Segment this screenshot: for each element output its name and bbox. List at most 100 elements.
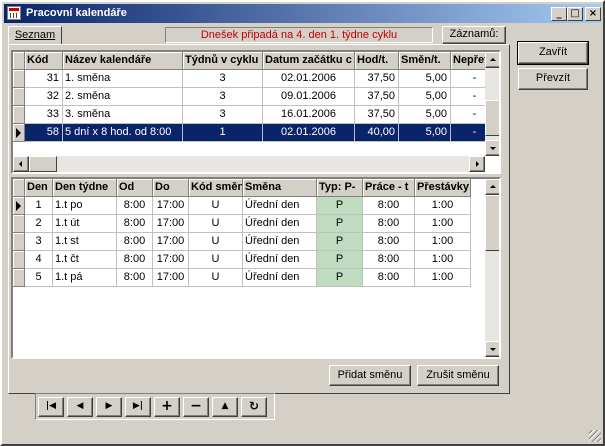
column-header[interactable]: Kód bbox=[25, 52, 63, 70]
tab-seznam[interactable]: Seznam bbox=[8, 26, 62, 45]
column-header[interactable]: Práce - t bbox=[363, 179, 415, 197]
scroll-down-icon[interactable] bbox=[485, 341, 499, 357]
row-selector[interactable] bbox=[13, 88, 25, 106]
table-cell[interactable]: 17:00 bbox=[153, 215, 189, 233]
scroll-right-icon[interactable] bbox=[469, 156, 485, 172]
table-cell[interactable]: 02.01.2006 bbox=[263, 70, 355, 88]
row-selector[interactable] bbox=[13, 106, 25, 124]
table-cell[interactable]: U bbox=[189, 269, 243, 287]
close-button[interactable]: Zavřít bbox=[517, 41, 589, 65]
table-cell[interactable]: U bbox=[189, 197, 243, 215]
table-cell[interactable]: 1 bbox=[25, 197, 53, 215]
table-cell[interactable]: 4 bbox=[25, 251, 53, 269]
column-header[interactable]: Směna bbox=[243, 179, 317, 197]
table-cell[interactable]: 17:00 bbox=[153, 251, 189, 269]
resize-grip-icon[interactable] bbox=[589, 430, 601, 442]
table-cell[interactable]: U bbox=[189, 215, 243, 233]
table-cell[interactable]: U bbox=[189, 251, 243, 269]
table-cell[interactable]: 5 bbox=[25, 269, 53, 287]
table-cell[interactable]: 8:00 bbox=[117, 251, 153, 269]
take-button[interactable]: Převzít bbox=[518, 68, 588, 90]
column-header[interactable]: Den bbox=[25, 179, 53, 197]
close-window-button[interactable]: × bbox=[585, 7, 601, 21]
table-cell[interactable]: 1 bbox=[183, 124, 263, 142]
calendars-horizontal-scrollbar[interactable] bbox=[13, 156, 485, 172]
table-cell[interactable]: 8:00 bbox=[117, 215, 153, 233]
table-cell[interactable]: 58 bbox=[25, 124, 63, 142]
scroll-thumb[interactable] bbox=[485, 195, 499, 251]
last-record-icon[interactable]: ▶| bbox=[125, 397, 151, 417]
table-cell[interactable]: 3 bbox=[183, 88, 263, 106]
refresh-icon[interactable]: ↻ bbox=[241, 397, 267, 417]
scroll-thumb-h[interactable] bbox=[29, 156, 57, 172]
scroll-left-icon[interactable] bbox=[13, 156, 29, 172]
maximize-button[interactable]: □ bbox=[567, 7, 583, 21]
row-selector[interactable] bbox=[13, 233, 25, 251]
table-cell[interactable]: Úřední den bbox=[243, 251, 317, 269]
first-record-icon[interactable]: |◀ bbox=[38, 397, 64, 417]
table-cell[interactable]: 17:00 bbox=[153, 233, 189, 251]
table-cell[interactable]: 1:00 bbox=[415, 233, 471, 251]
column-header[interactable]: Do bbox=[153, 179, 189, 197]
table-cell[interactable]: Úřední den bbox=[243, 233, 317, 251]
table-cell[interactable]: 8:00 bbox=[363, 269, 415, 287]
table-cell[interactable]: 37,50 bbox=[355, 106, 399, 124]
add-shift-button[interactable]: Přidat směnu bbox=[329, 365, 411, 386]
table-cell[interactable]: P bbox=[317, 251, 363, 269]
post-edit-icon[interactable]: ▲ bbox=[212, 397, 238, 417]
table-cell[interactable]: 2 bbox=[25, 215, 53, 233]
table-cell[interactable]: P bbox=[317, 215, 363, 233]
row-selector[interactable] bbox=[13, 70, 25, 88]
shifts-vertical-scrollbar[interactable] bbox=[485, 179, 499, 357]
column-header[interactable]: Název kalendáře bbox=[63, 52, 183, 70]
prior-record-icon[interactable]: ◀ bbox=[67, 397, 93, 417]
table-cell[interactable]: 5,00 bbox=[399, 88, 451, 106]
table-cell[interactable]: 8:00 bbox=[117, 197, 153, 215]
table-cell[interactable]: 3. směna bbox=[63, 106, 183, 124]
table-cell[interactable]: 1.t st bbox=[53, 233, 117, 251]
table-cell[interactable]: P bbox=[317, 269, 363, 287]
row-selector[interactable] bbox=[13, 251, 25, 269]
table-cell[interactable]: P bbox=[317, 233, 363, 251]
table-cell[interactable]: 3 bbox=[183, 70, 263, 88]
table-cell[interactable]: 5 dní x 8 hod. od 8:00 bbox=[63, 124, 183, 142]
table-cell[interactable]: 40,00 bbox=[355, 124, 399, 142]
table-cell[interactable]: Úřední den bbox=[243, 269, 317, 287]
table-cell[interactable]: 1:00 bbox=[415, 215, 471, 233]
table-cell[interactable]: 8:00 bbox=[363, 251, 415, 269]
title-bar[interactable]: Pracovní kalendáře _ □ × bbox=[4, 4, 601, 23]
table-cell[interactable]: 1. směna bbox=[63, 70, 183, 88]
table-cell[interactable]: 8:00 bbox=[363, 215, 415, 233]
table-cell[interactable]: 1:00 bbox=[415, 197, 471, 215]
table-cell[interactable]: 8:00 bbox=[117, 233, 153, 251]
table-cell[interactable]: 8:00 bbox=[363, 197, 415, 215]
table-cell[interactable]: 5,00 bbox=[399, 70, 451, 88]
column-header[interactable]: Od bbox=[117, 179, 153, 197]
table-cell[interactable]: P bbox=[317, 197, 363, 215]
calendars-vertical-scrollbar[interactable] bbox=[485, 52, 499, 156]
table-cell[interactable]: 16.01.2006 bbox=[263, 106, 355, 124]
column-header[interactable]: Typ: P- bbox=[317, 179, 363, 197]
column-header[interactable]: Kód směny bbox=[189, 179, 243, 197]
row-selector[interactable] bbox=[13, 269, 25, 287]
table-cell[interactable]: Úřední den bbox=[243, 215, 317, 233]
table-cell[interactable]: 8:00 bbox=[117, 269, 153, 287]
table-cell[interactable]: 17:00 bbox=[153, 197, 189, 215]
column-header[interactable]: Týdnů v cyklu bbox=[183, 52, 263, 70]
shifts-grid[interactable]: DenDen týdneOdDoKód směnySměnaTyp: P-Prá… bbox=[11, 177, 501, 359]
table-cell[interactable]: 5,00 bbox=[399, 124, 451, 142]
row-selector[interactable] bbox=[13, 197, 25, 215]
minimize-button[interactable]: _ bbox=[551, 7, 567, 21]
remove-shift-button[interactable]: Zrušit směnu bbox=[417, 365, 499, 386]
column-header[interactable]: Den týdne bbox=[53, 179, 117, 197]
table-cell[interactable]: U bbox=[189, 233, 243, 251]
table-cell[interactable]: 1.t čt bbox=[53, 251, 117, 269]
table-cell[interactable]: 37,50 bbox=[355, 88, 399, 106]
table-cell[interactable]: 1.t út bbox=[53, 215, 117, 233]
table-cell[interactable]: 02.01.2006 bbox=[263, 124, 355, 142]
column-header[interactable]: Směn/t. bbox=[399, 52, 451, 70]
table-cell[interactable]: 3 bbox=[25, 233, 53, 251]
table-cell[interactable]: 37,50 bbox=[355, 70, 399, 88]
table-cell[interactable]: 17:00 bbox=[153, 269, 189, 287]
column-header[interactable]: Přestávky bbox=[415, 179, 471, 197]
